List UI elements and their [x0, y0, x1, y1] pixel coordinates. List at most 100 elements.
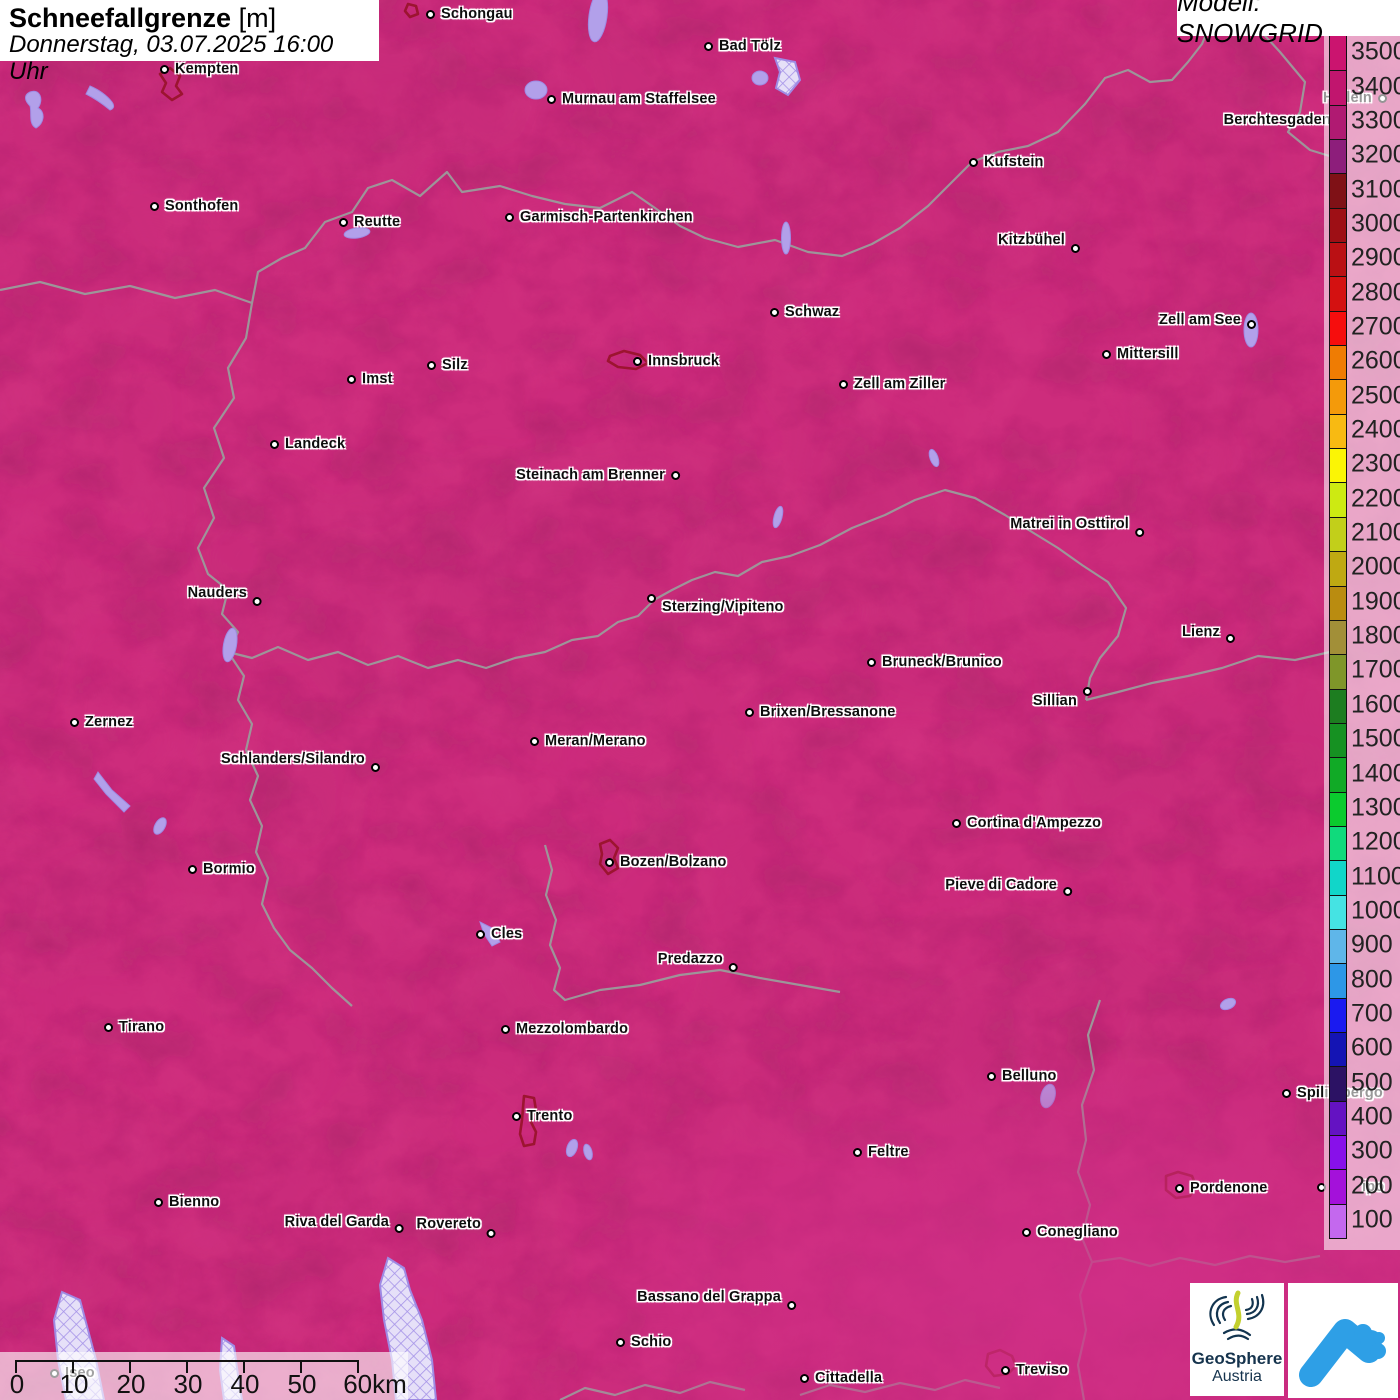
city-label: Matrei in Osttirol: [1010, 516, 1129, 532]
city-murnau-am-staffelsee: Murnau am Staffelsee: [547, 91, 716, 107]
city-belluno: Belluno: [987, 1068, 1057, 1084]
colorbar-value: 1800: [1351, 621, 1400, 650]
mountain-logo-icon: [1299, 1318, 1386, 1387]
city-label: Reutte: [354, 214, 401, 230]
page-title: Schneefallgrenze [m]: [9, 4, 370, 32]
colorbar-value: 1100: [1351, 862, 1400, 891]
colorbar-cell: [1330, 345, 1346, 380]
colorbar-value: 3400: [1351, 72, 1400, 101]
city-schwaz: Schwaz: [770, 304, 839, 320]
city-dot: [347, 374, 356, 384]
colorbar-cell: [1330, 654, 1346, 689]
city-rovereto: Rovereto: [417, 1216, 496, 1241]
city-meran-merano: Meran/Merano: [530, 733, 646, 749]
scale-label: 40: [230, 1369, 260, 1399]
city-dot: [633, 356, 642, 366]
colorbar-value: 1300: [1351, 793, 1400, 822]
colorbar-cell: [1330, 1135, 1346, 1170]
colorbar-value: 2200: [1351, 484, 1400, 513]
colorbar-cell: [1330, 1031, 1346, 1067]
colorbar-cell: [1330, 70, 1346, 105]
scale-bar: 0 10 20 30 40 50 60km: [0, 1352, 408, 1400]
colorbar-cell: [1330, 585, 1346, 620]
colorbar-value: 900: [1351, 930, 1393, 959]
city-feltre: Feltre: [853, 1144, 909, 1160]
city-dot: [150, 201, 159, 211]
colorbar-value: 1400: [1351, 759, 1400, 788]
city-dot: [770, 307, 779, 317]
city-dot: [1083, 686, 1092, 696]
city-zell-am-see: Zell am See: [1159, 312, 1256, 332]
city-dot: [1063, 886, 1072, 896]
city-trento: Trento: [512, 1108, 573, 1124]
city-brixen-bressanone: Brixen/Bressanone: [745, 704, 896, 720]
city-label: Nauders: [187, 585, 247, 601]
city-zernez: Zernez: [70, 714, 133, 730]
city-landeck: Landeck: [270, 436, 345, 452]
geosphere-logo-text: GeoSphere: [1191, 1349, 1283, 1368]
colorbar-value: 2600: [1351, 346, 1400, 375]
city-nauders: Nauders: [188, 585, 262, 609]
city-dot: [1022, 1227, 1031, 1237]
city-kitzb-hel: Kitzbühel: [998, 232, 1080, 256]
city-cortina-d-ampezzo: Cortina d'Ampezzo: [952, 815, 1101, 831]
city-dot: [395, 1223, 404, 1233]
city-dot: [704, 41, 713, 51]
city-label: Garmisch-Partenkirchen: [520, 209, 693, 225]
city-dot: [969, 157, 978, 167]
city-label: Landeck: [285, 436, 346, 452]
city-label: Cortina d'Ampezzo: [967, 815, 1102, 831]
city-dot: [787, 1300, 796, 1310]
city-dot: [188, 864, 197, 874]
city-dot: [1102, 349, 1111, 359]
geosphere-logo-country: Austria: [1212, 1367, 1262, 1385]
city-schongau: Schongau: [426, 6, 513, 22]
colorbar-cell: [1330, 791, 1346, 826]
colorbar-value: 3100: [1351, 175, 1400, 204]
colorbar-value: 800: [1351, 965, 1393, 994]
city-predazzo: Predazzo: [658, 951, 738, 975]
city-dot: [1282, 1088, 1291, 1098]
city-dot: [270, 439, 279, 449]
city-label: Murnau am Staffelsee: [562, 91, 716, 107]
colorbar-cell: [1330, 413, 1346, 449]
colorbar-cell: [1330, 894, 1346, 929]
colorbar-value: 1900: [1351, 587, 1400, 616]
colorbar-value: 2100: [1351, 518, 1400, 547]
colorbar-cell: [1330, 963, 1346, 998]
city-dot: [745, 707, 754, 717]
colorbar-value: 1700: [1351, 655, 1400, 684]
city-dot: [253, 596, 262, 606]
colorbar-value: 1500: [1351, 724, 1400, 753]
city-silz: Silz: [427, 357, 468, 373]
colorbar-cell: [1330, 276, 1346, 311]
colorbar-value: 500: [1351, 1068, 1393, 1097]
city-mittersill: Mittersill: [1102, 346, 1179, 362]
model-box: Modell: SNOWGRID: [1177, 0, 1400, 48]
city-label: Silz: [442, 357, 468, 373]
colorbar-cell: [1330, 1203, 1346, 1239]
colorbar-value: 700: [1351, 999, 1393, 1028]
city-dot: [104, 1022, 113, 1032]
city-dot: [1135, 527, 1144, 537]
colorbar-cell: [1330, 242, 1346, 277]
city-label: Sterzing/Vipiteno: [662, 599, 784, 615]
scale-label: 50: [287, 1369, 317, 1399]
title-datetime: Donnerstag, 03.07.2025 16:00 Uhr: [9, 31, 334, 85]
city-dot: [605, 857, 614, 867]
colorbar-cell: [1330, 207, 1346, 243]
city-dot: [1071, 243, 1080, 253]
city-label: Zell am See: [1159, 312, 1241, 328]
colorbar-value: 600: [1351, 1033, 1393, 1062]
city-bassano-del-grappa: Bassano del Grappa: [637, 1289, 796, 1313]
city-label: Schio: [631, 1334, 672, 1350]
colorbar-value: 1000: [1351, 896, 1400, 925]
colorbar-cell: [1330, 722, 1346, 758]
city-tirano: Tirano: [104, 1019, 164, 1035]
city-steinach-am-brenner: Steinach am Brenner: [516, 467, 680, 483]
city-label: Tirano: [119, 1019, 165, 1035]
colorbar-cell: [1330, 310, 1346, 346]
city-label: Trento: [527, 1108, 573, 1124]
colorbar-cell: [1330, 860, 1346, 895]
city-dot: [729, 962, 738, 972]
